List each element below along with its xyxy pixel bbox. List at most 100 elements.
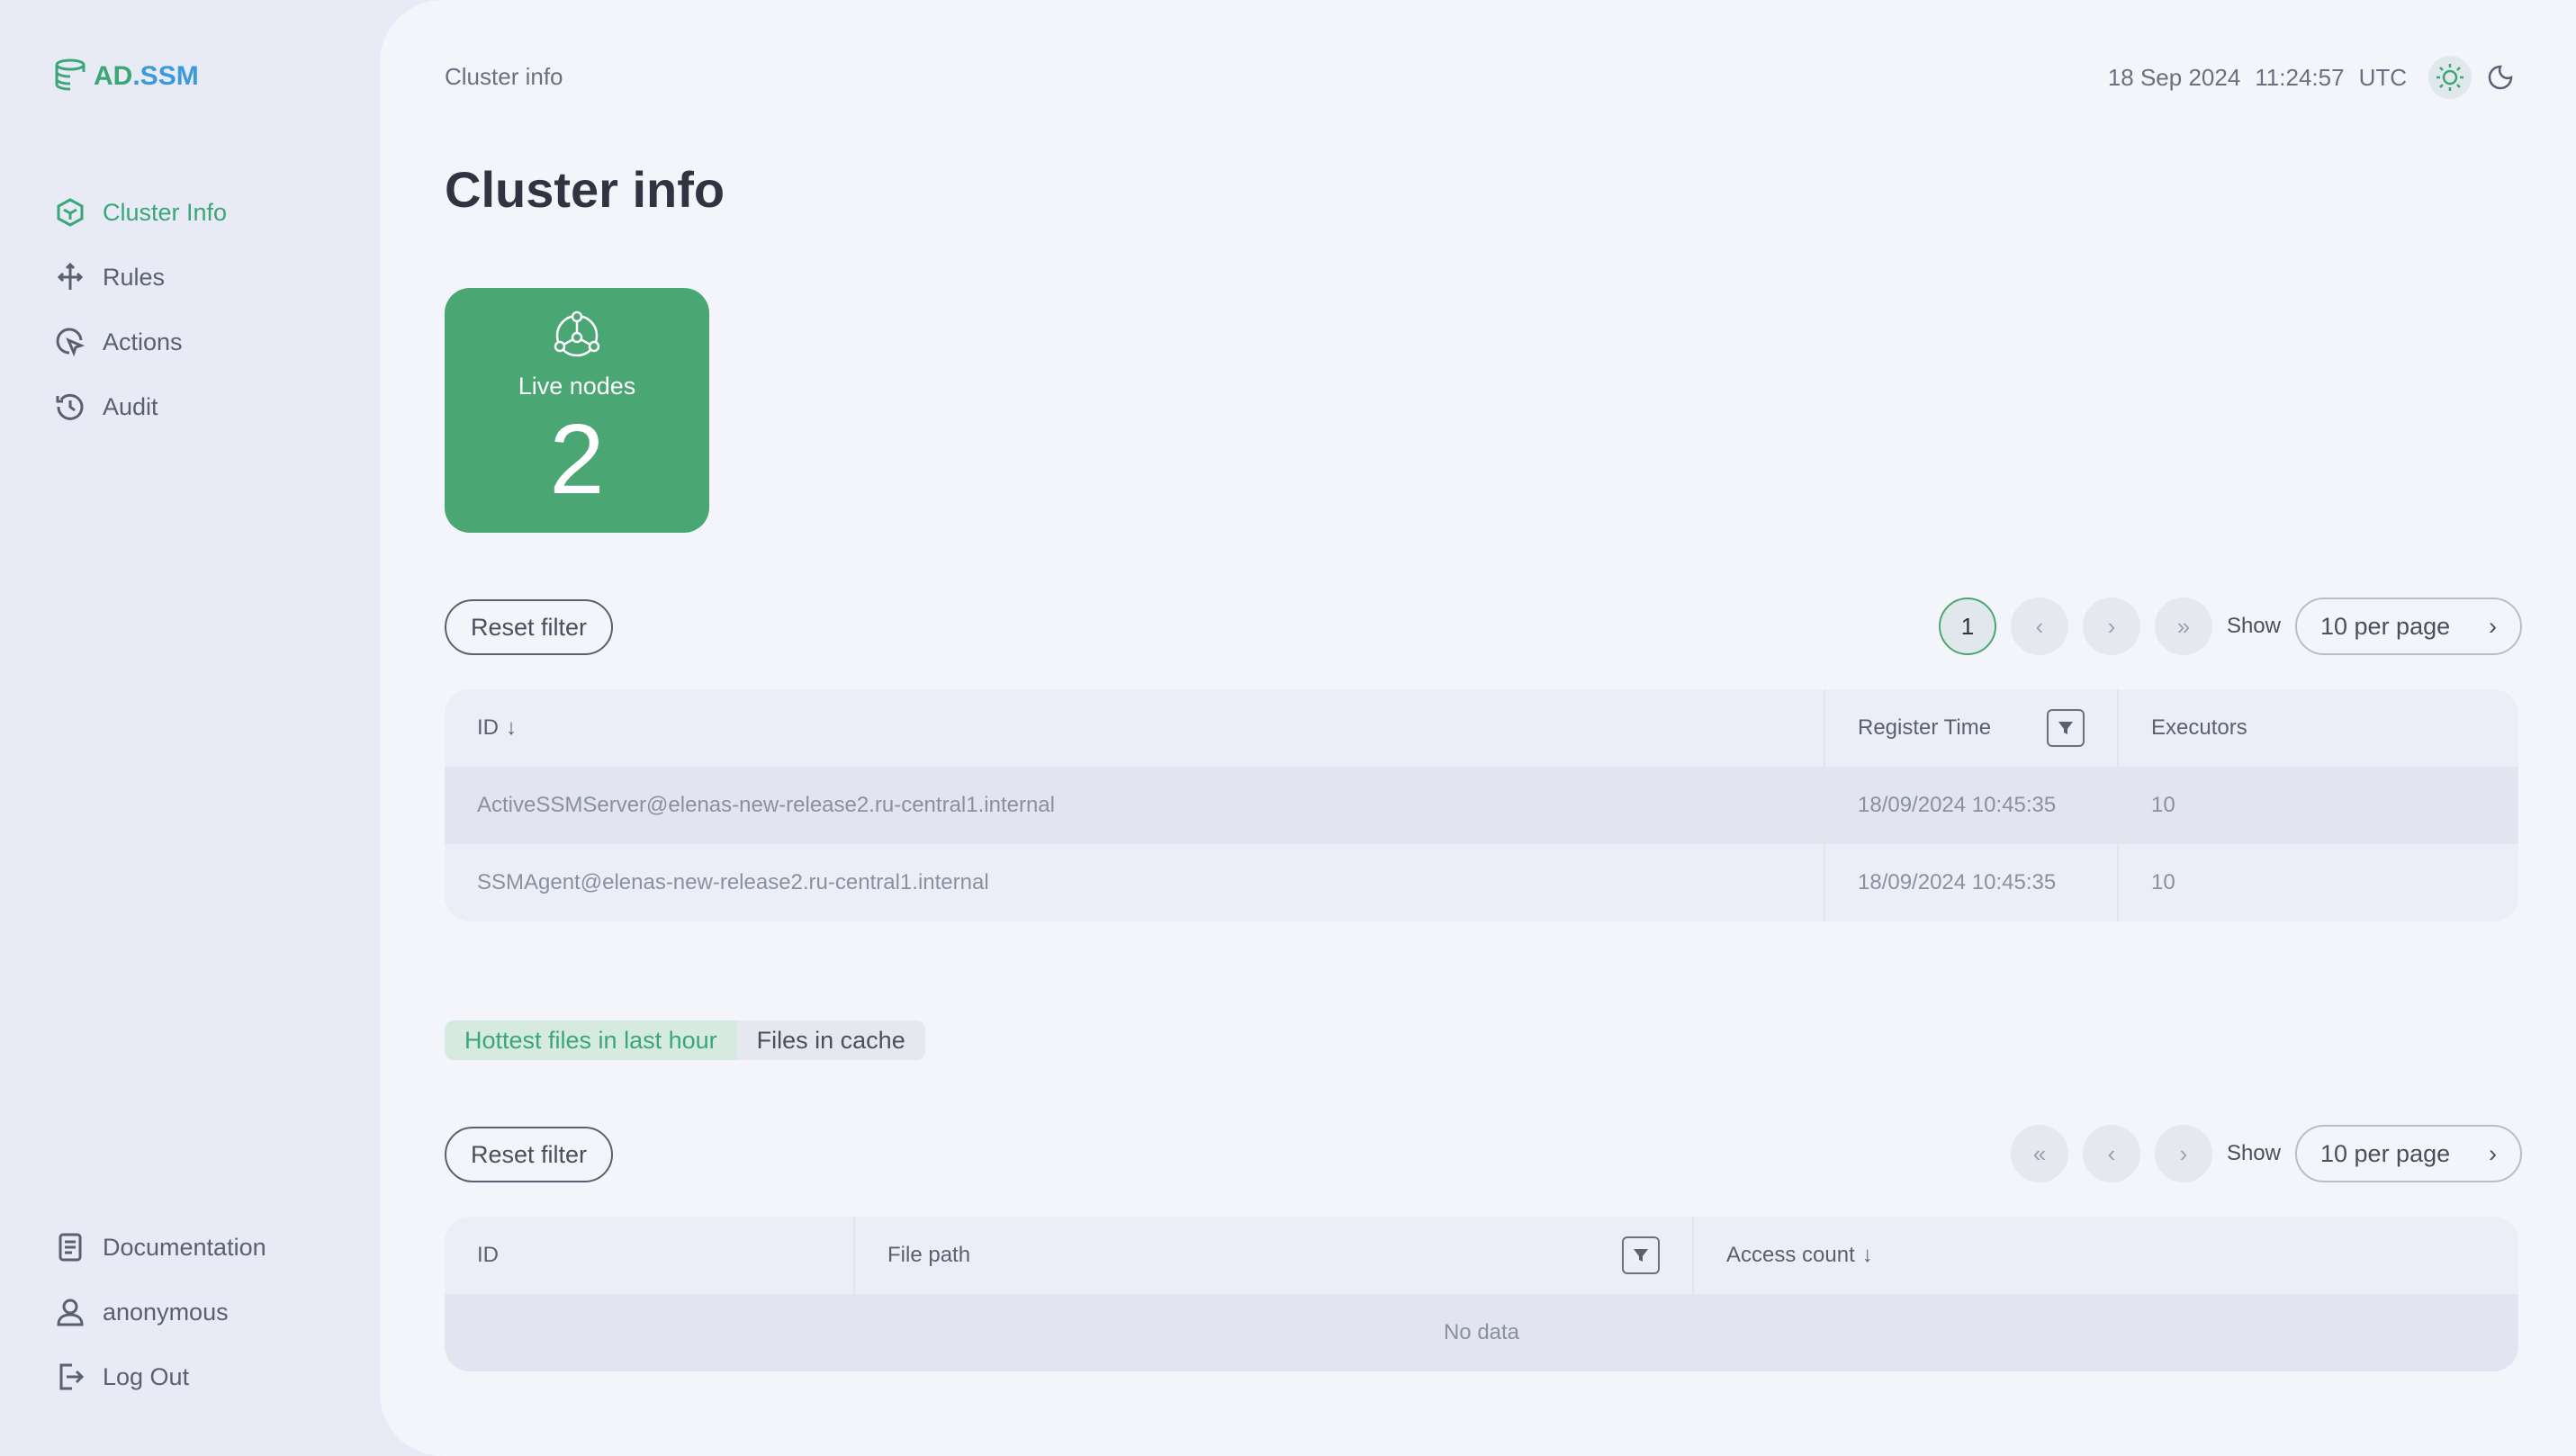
theme-switcher [2428,56,2522,99]
files-table: ID File path Access count ↓ No data [445,1217,2518,1371]
live-nodes-label: Live nodes [518,373,636,400]
first-page-button[interactable]: « [2010,1125,2068,1182]
sidebar-item-label: anonymous [103,1298,229,1326]
history-icon [56,393,84,420]
sun-icon [2436,64,2463,91]
next-page-button[interactable]: › [2082,598,2140,655]
chevron-right-icon: › [2489,612,2497,640]
per-page-value: 10 per page [2320,612,2451,640]
column-label: ID [477,715,499,740]
cursor-click-icon [56,328,86,357]
sidebar-item-label: Rules [103,263,166,291]
main-panel: Cluster info 18 Sep 2024 11:24:57 UTC Cl… [380,0,2576,1456]
app-logo[interactable]: AD.SSM [54,58,199,95]
live-nodes-value: 2 [549,404,605,515]
chevron-left-icon: ‹ [2107,1139,2116,1167]
sidebar-item-audit[interactable]: Audit [54,385,227,428]
chevron-left-icon: ‹ [2035,612,2044,640]
user-icon [57,1299,84,1326]
sidebar-item-label: Cluster Info [103,198,228,226]
hexagon-cube-icon [57,198,84,227]
column-register-time: Register Time [1825,689,2119,767]
nodes-table: ID ↓ Register Time Executors ActiveSSMSe… [445,689,2518,921]
funnel-icon [2058,722,2073,734]
column-access-count[interactable]: Access count ↓ [1694,1217,2518,1294]
empty-state: No data [445,1294,2518,1371]
header-right: 18 Sep 2024 11:24:57 UTC [2108,56,2522,99]
cell-register-time: 18/09/2024 10:45:35 [1825,844,2119,921]
page-title: Cluster info [445,161,725,218]
sort-down-arrow-icon: ↓ [1861,1243,1873,1267]
sidebar-nav: Cluster Info Rules Actions Audit [54,191,227,450]
chevron-right-icon: › [2107,612,2116,640]
files-tabs: Hottest files in last hour Files in cach… [445,1020,925,1060]
sidebar-item-cluster-info[interactable]: Cluster Info [54,191,227,234]
light-theme-button[interactable] [2428,56,2472,99]
sidebar-item-rules[interactable]: Rules [54,256,227,299]
tab-files-in-cache[interactable]: Files in cache [737,1020,925,1060]
column-executors: Executors [2119,689,2518,767]
tab-hottest-files[interactable]: Hottest files in last hour [445,1020,737,1060]
per-page-value: 10 per page [2320,1139,2451,1167]
sidebar-item-documentation[interactable]: Documentation [54,1226,266,1269]
table-row: ActiveSSMServer@elenas-new-release2.ru-c… [445,767,2518,844]
clock-timezone: UTC [2358,63,2407,91]
cell-id: ActiveSSMServer@elenas-new-release2.ru-c… [445,767,1825,844]
cell-register-time: 18/09/2024 10:45:35 [1825,767,2119,844]
sidebar-item-label: Documentation [103,1233,266,1261]
sort-down-arrow-icon: ↓ [506,715,517,740]
document-icon [59,1233,82,1262]
sidebar-item-label: Log Out [103,1362,190,1390]
table-header: ID ↓ Register Time Executors [445,689,2518,767]
cell-executors: 10 [2151,870,2175,894]
column-file-path: File path [855,1217,1694,1294]
sidebar-item-label: Actions [103,328,183,355]
sidebar-item-logout[interactable]: Log Out [54,1355,266,1398]
next-page-button[interactable]: › [2154,1125,2212,1182]
chevron-right-icon: › [2179,1139,2188,1167]
column-id: ID [445,1217,855,1294]
clock-time: 11:24:57 [2255,63,2345,91]
last-page-button[interactable]: » [2154,598,2212,655]
per-page-select[interactable]: 10 per page › [2295,1125,2522,1182]
files-reset-filter-button[interactable]: Reset filter [445,1127,614,1182]
column-id[interactable]: ID ↓ [445,689,1825,767]
filter-button[interactable] [2047,709,2085,747]
cell-executors: 10 [2151,793,2175,817]
breadcrumb: Cluster info [445,63,563,90]
column-label: Executors [2151,715,2247,740]
moon-icon [2488,65,2513,90]
filter-button[interactable] [1622,1236,1660,1274]
nodes-pagination: 1 ‹ › » Show 10 per page › [1938,598,2522,655]
dark-theme-button[interactable] [2479,56,2522,99]
double-chevron-right-icon: » [2176,612,2191,640]
cell-id: SSMAgent@elenas-new-release2.ru-central1… [445,844,1825,921]
files-pagination: « ‹ › Show 10 per page › [2010,1125,2522,1182]
sidebar-bottom-nav: Documentation anonymous Log Out [54,1226,266,1420]
sidebar-item-actions[interactable]: Actions [54,320,227,364]
sidebar-item-user[interactable]: anonymous [54,1290,266,1334]
chevron-right-icon: › [2489,1139,2497,1167]
prev-page-button[interactable]: ‹ [2010,598,2068,655]
column-label: File path [887,1243,971,1267]
sidebar: AD.SSM Cluster Info Rules Actions Audit … [0,0,387,1456]
nodes-network-icon [554,310,600,357]
logout-icon [59,1363,85,1390]
logo-text: AD.SSM [94,61,199,91]
per-page-select[interactable]: 10 per page › [2295,598,2522,655]
sidebar-item-label: Audit [103,392,158,420]
database-logo-icon [55,58,86,91]
clock: 18 Sep 2024 11:24:57 UTC [2108,64,2407,92]
column-label: ID [477,1243,499,1267]
page-1-button[interactable]: 1 [1938,598,1996,655]
table-header: ID File path Access count ↓ [445,1217,2518,1294]
column-label: Access count [1726,1243,1855,1267]
funnel-icon [1634,1249,1648,1262]
nodes-reset-filter-button[interactable]: Reset filter [445,599,614,655]
show-label: Show [2226,614,2281,638]
live-nodes-card: Live nodes 2 [445,288,709,533]
show-label: Show [2226,1141,2281,1165]
clock-date: 18 Sep 2024 [2107,63,2241,91]
prev-page-button[interactable]: ‹ [2082,1125,2140,1182]
table-row: SSMAgent@elenas-new-release2.ru-central1… [445,844,2518,921]
